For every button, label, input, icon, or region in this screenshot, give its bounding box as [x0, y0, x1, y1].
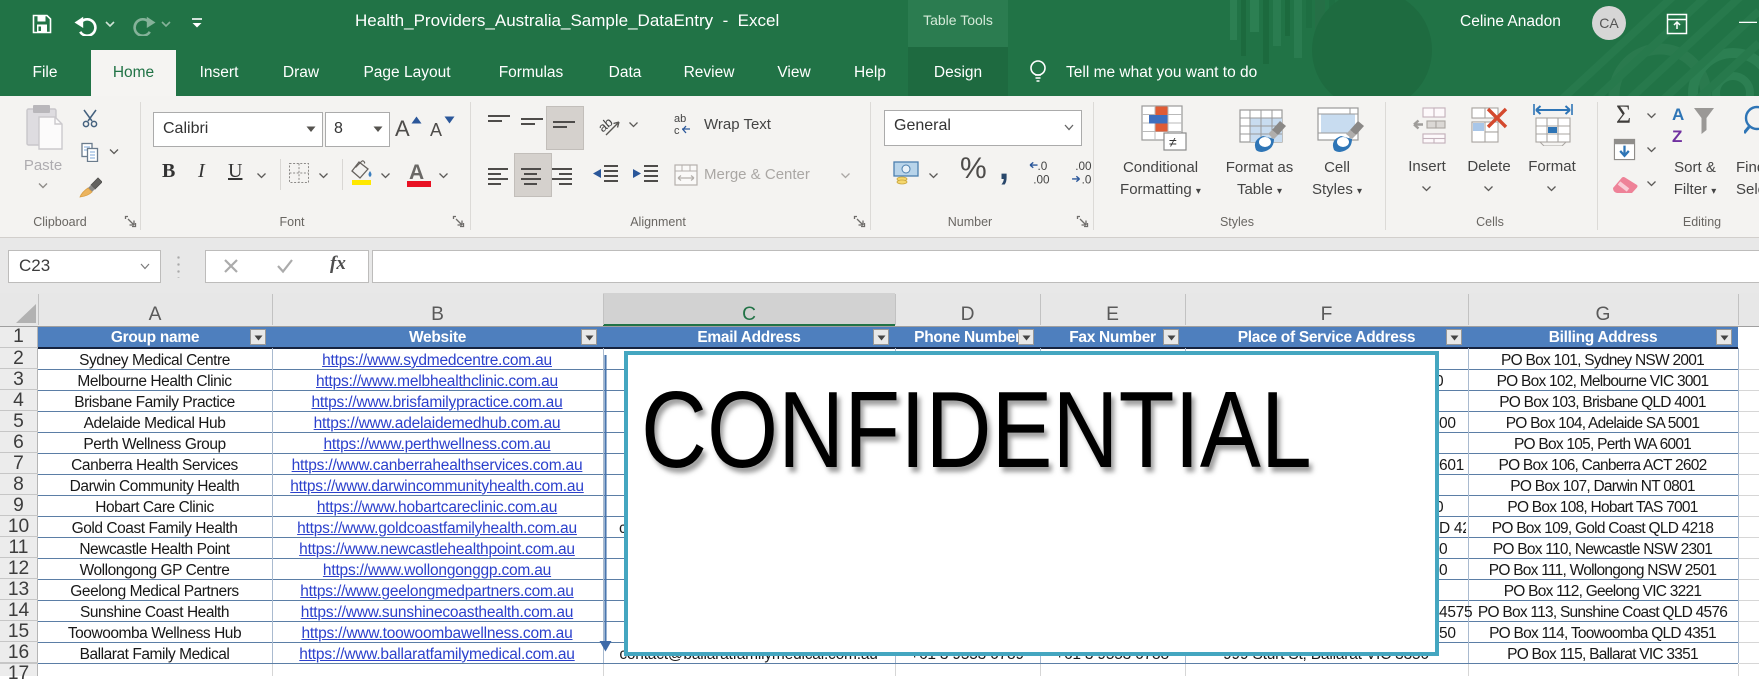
- svg-text:Z: Z: [1672, 127, 1682, 146]
- svg-text:A: A: [1672, 105, 1684, 124]
- svg-text:c: c: [674, 125, 680, 136]
- svg-text:≠: ≠: [1169, 134, 1177, 150]
- svg-text:ab: ab: [674, 113, 686, 125]
- svg-text:.0: .0: [1082, 174, 1092, 186]
- svg-text:.00: .00: [1033, 174, 1050, 186]
- svg-text:.00: .00: [1075, 160, 1092, 173]
- svg-text:.0: .0: [1038, 160, 1048, 173]
- svg-text:ab: ab: [596, 114, 616, 135]
